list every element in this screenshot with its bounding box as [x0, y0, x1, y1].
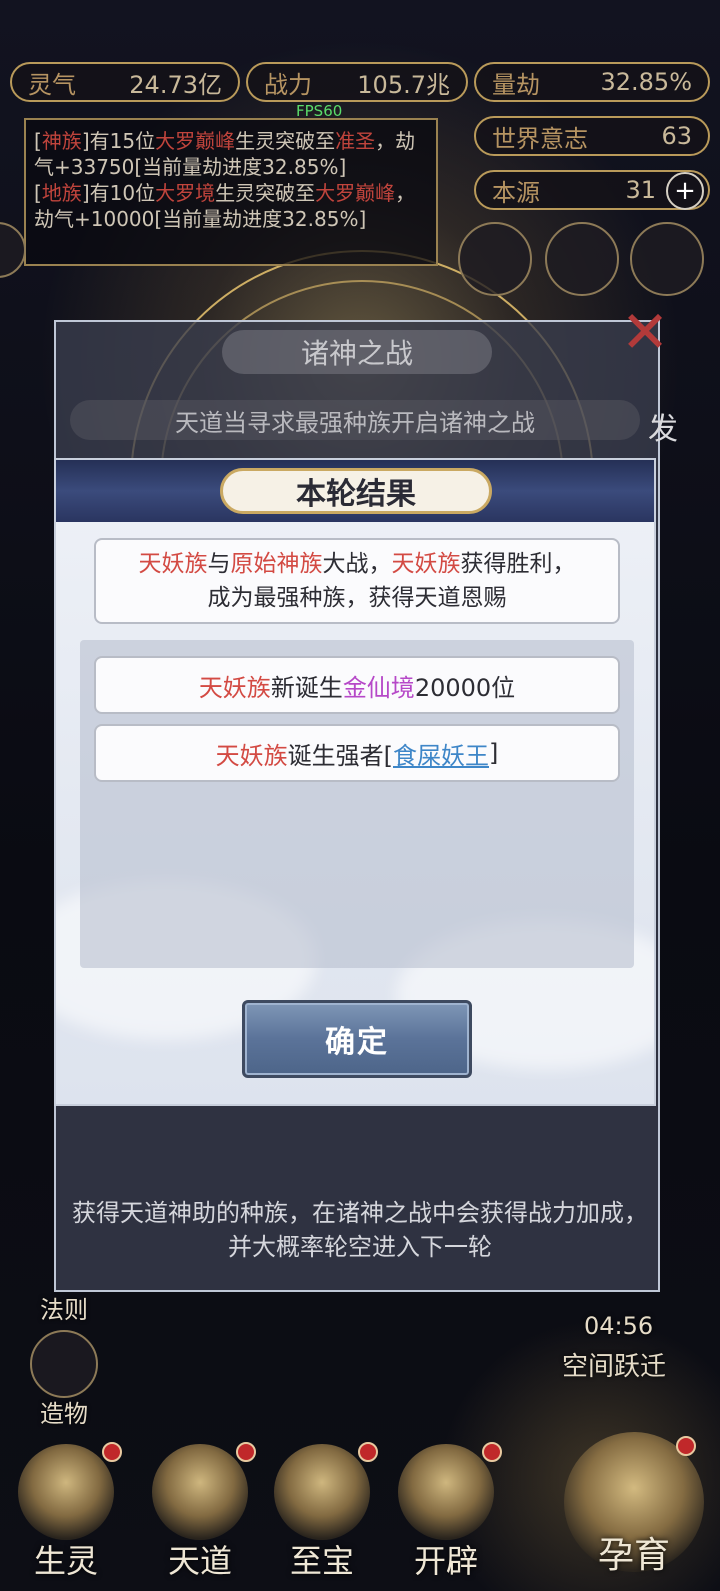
- lingqi-stat: 灵气 24.73亿: [10, 62, 240, 102]
- hero-name-link[interactable]: 食屎妖王: [393, 736, 489, 771]
- event-log: [神族]有15位大罗巅峰生灵突破至准圣，劫气+33750[当前量劫进度32.85…: [24, 118, 438, 266]
- notification-dot: [676, 1436, 696, 1456]
- space-jump-button[interactable]: 空间跃迁: [562, 1346, 666, 1383]
- nav-zhi-bao[interactable]: 至宝: [262, 1432, 382, 1582]
- notification-dot: [236, 1442, 256, 1462]
- sheng-ling-icon: [18, 1444, 114, 1540]
- nav-label: 至宝: [289, 1542, 354, 1580]
- notification-dot: [102, 1442, 122, 1462]
- battle-result-summary: 天妖族与原始神族大战，天妖族获得胜利， 成为最强种族，获得天道恩赐: [94, 538, 620, 624]
- kai-pi-icon: [398, 1444, 494, 1540]
- zhanli-stat: 战力 105.7兆: [246, 62, 468, 102]
- nav-yun-yu[interactable]: 孕育: [554, 1432, 714, 1582]
- confirm-button[interactable]: 确定: [242, 1000, 472, 1078]
- gods-war-note: 获得天道神助的种族，在诸神之战中会获得战力加成，并大概率轮空进入下一轮: [72, 1199, 648, 1261]
- list-item: 天妖族 新诞生 金仙境 20000位: [94, 656, 620, 714]
- nav-sheng-ling[interactable]: 生灵: [6, 1432, 126, 1582]
- dialog-title: 本轮结果: [220, 468, 492, 514]
- zao-wu-icon[interactable]: [30, 1330, 98, 1398]
- fa-ze-button[interactable]: 法则: [40, 1290, 88, 1325]
- gods-war-subtitle: 天道当寻求最强种族开启诸神之战: [70, 400, 640, 440]
- liangjie-label: 量劫: [492, 70, 540, 99]
- list-item: 天妖族 诞生强者[食屎妖王]: [94, 724, 620, 782]
- nav-label: 孕育: [597, 1535, 670, 1576]
- shijie-label: 世界意志: [492, 124, 588, 153]
- tian-dao-icon: [152, 1444, 248, 1540]
- benyuan-label: 本源: [492, 178, 540, 207]
- round-result-dialog: 本轮结果 天妖族与原始神族大战，天妖族获得胜利， 成为最强种族，获得天道恩赐 天…: [54, 458, 656, 1106]
- card-icon[interactable]: [458, 222, 532, 296]
- zhanli-value: 105.7兆: [357, 70, 450, 99]
- liangjie-value: 32.85%: [600, 68, 692, 96]
- notification-dot: [482, 1442, 502, 1462]
- shijie-stat: 世界意志 63: [474, 116, 710, 156]
- shijie-value: 63: [661, 122, 692, 150]
- lingqi-value: 24.73亿: [129, 70, 222, 99]
- nav-label: 生灵: [33, 1542, 98, 1580]
- notification-dot: [358, 1442, 378, 1462]
- space-jump-timer: 04:56: [584, 1312, 654, 1340]
- close-icon[interactable]: ✕: [615, 302, 675, 362]
- gods-war-title: 诸神之战: [222, 330, 492, 374]
- lingqi-label: 灵气: [28, 70, 76, 99]
- zhi-bao-icon: [274, 1444, 370, 1540]
- result-line-1: 天妖族与原始神族大战，天妖族获得胜利，: [138, 551, 576, 577]
- liangjie-stat: 量劫 32.85%: [474, 62, 710, 102]
- add-benyuan-button[interactable]: +: [666, 172, 704, 210]
- nav-tian-dao[interactable]: 天道: [140, 1432, 260, 1582]
- log-line-2: [地族]有10位大罗境生灵突破至大罗巅峰，劫气+10000[当前量劫进度32.8…: [34, 181, 416, 231]
- nav-label: 天道: [167, 1542, 232, 1580]
- nav-kai-pi[interactable]: 开辟: [386, 1432, 506, 1582]
- zao-wu-button[interactable]: 造物: [40, 1394, 88, 1429]
- zhanli-label: 战力: [264, 70, 312, 99]
- gods-war-side-button[interactable]: 发: [648, 404, 678, 448]
- result-line-2: 成为最强种族，获得天道恩赐: [207, 585, 507, 611]
- nav-label: 开辟: [413, 1542, 478, 1580]
- swirl-icon[interactable]: [545, 222, 619, 296]
- benyuan-value: 31: [625, 176, 656, 204]
- hand-icon[interactable]: [630, 222, 704, 296]
- log-line-1: [神族]有15位大罗巅峰生灵突破至准圣，劫气+33750[当前量劫进度32.85…: [34, 129, 416, 179]
